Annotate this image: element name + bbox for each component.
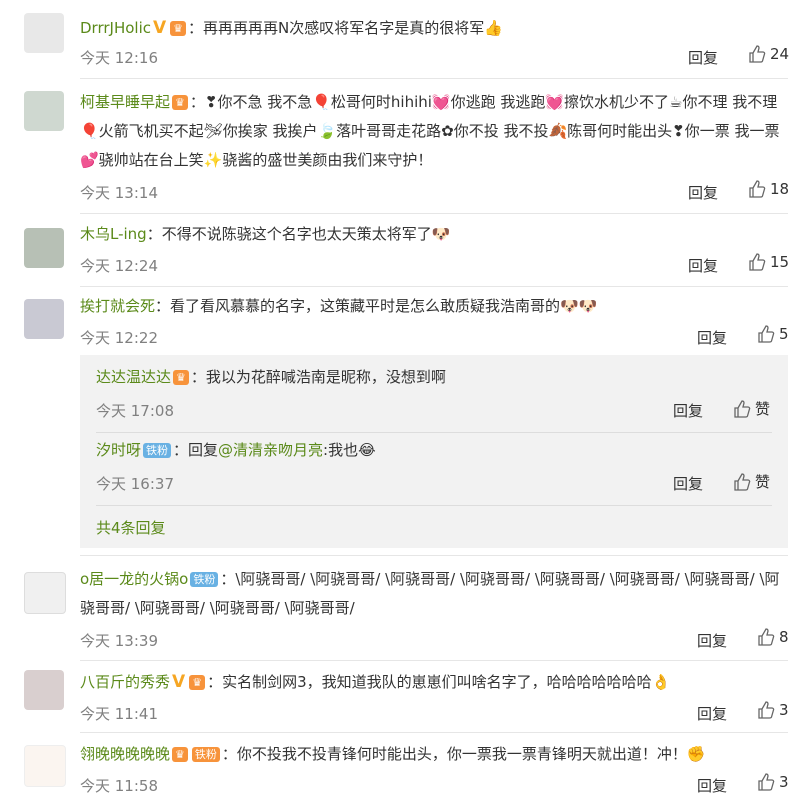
thumbs-up-icon (758, 628, 775, 646)
divider (80, 732, 788, 733)
reply-button[interactable]: 回复 (688, 47, 718, 68)
like-count: 3 (779, 773, 789, 791)
avatar[interactable] (24, 91, 64, 131)
thumbs-up-icon (734, 400, 751, 418)
avatar[interactable] (24, 228, 64, 268)
sub-reply-item: 达达温达达 ♛ ：我以为花醉喊浩南是昵称，没想到啊 (96, 366, 772, 387)
fan-badge[interactable]: 铁粉 (191, 747, 220, 762)
more-replies-link[interactable]: 共4条回复 (96, 517, 166, 538)
username[interactable]: 木乌L-ing (80, 225, 147, 243)
thumbs-up-icon (749, 253, 766, 271)
sub-reply-prefix: ：回复 (173, 441, 219, 459)
sub-reply-box: 达达温达达 ♛ ：我以为花醉喊浩南是昵称，没想到啊 今天 17:08 回复 赞 汐时… (80, 355, 788, 548)
username[interactable]: 翎晚晚晚晚晚 (80, 745, 170, 763)
timestamp: 今天 12:22 (80, 329, 158, 347)
comment-text: ：不得不说陈骁这个名字也太天策太将军了🐶 (146, 225, 451, 243)
level-badge-icon[interactable]: ♛ (172, 95, 188, 110)
divider (80, 213, 788, 214)
timestamp: 今天 11:41 (80, 705, 158, 723)
avatar[interactable] (24, 670, 64, 710)
reply-button[interactable]: 回复 (697, 775, 727, 796)
timestamp: 今天 11:58 (80, 777, 158, 795)
timestamp: 今天 16:37 (96, 475, 174, 493)
timestamp: 今天 13:39 (80, 632, 158, 650)
sub-reply-text: ：我以为花醉喊浩南是昵称，没想到啊 (190, 368, 446, 386)
reply-button[interactable]: 回复 (697, 630, 727, 651)
thumbs-up-icon (749, 45, 766, 63)
comment-text: ：实名制剑网3，我知道我队的崽崽们叫啥名字了，哈哈哈哈哈哈哈👌 (207, 673, 671, 691)
like-count: 3 (779, 701, 789, 719)
fan-badge[interactable]: 铁粉 (190, 572, 219, 587)
reply-button[interactable]: 回复 (673, 473, 703, 494)
username[interactable]: 八百斤的秀秀 (80, 673, 170, 691)
username[interactable]: o居一龙的火锅o (80, 570, 188, 588)
like-button[interactable]: 24 (748, 45, 789, 63)
verified-icon: V (172, 672, 186, 692)
thumbs-up-icon (749, 180, 766, 198)
like-button[interactable]: 15 (748, 253, 789, 271)
comment-text: ：你不投我不投青锋何时能出头，你一票我一票青锋明天就出道！冲！✊ (221, 745, 706, 763)
verified-icon: V (153, 18, 167, 38)
level-badge-icon[interactable]: ♛ (170, 21, 187, 36)
avatar[interactable] (24, 13, 64, 53)
fan-badge[interactable]: 铁粉 (143, 443, 172, 458)
like-button[interactable]: 赞 (733, 398, 770, 419)
divider (80, 286, 788, 287)
reply-button[interactable]: 回复 (697, 327, 727, 348)
level-badge-icon[interactable]: ♛ (172, 747, 188, 762)
like-button[interactable]: 8 (757, 628, 789, 646)
comment-text: ：看了看风慕慕的名字，这策藏平时是怎么敢质疑我浩南哥的🐶🐶 (155, 297, 598, 315)
like-button[interactable]: 赞 (733, 471, 770, 492)
timestamp: 今天 12:16 (80, 49, 158, 67)
like-button[interactable]: 3 (757, 701, 789, 719)
timestamp: 今天 12:24 (80, 257, 158, 275)
thumbs-up-icon (734, 473, 751, 491)
like-count: 18 (770, 180, 790, 198)
reply-button[interactable]: 回复 (688, 182, 718, 203)
divider (80, 555, 788, 556)
thumbs-up-icon (758, 701, 775, 719)
level-badge-icon[interactable]: ♛ (173, 370, 189, 385)
username[interactable]: 汐时呀 (96, 441, 141, 459)
divider (96, 432, 772, 433)
divider (80, 78, 788, 79)
username[interactable]: DrrrJHolic (80, 19, 151, 37)
like-label: 赞 (755, 473, 771, 491)
like-count: 24 (770, 45, 790, 63)
divider (80, 660, 788, 661)
timestamp: 今天 13:14 (80, 184, 158, 202)
sub-reply-item: 汐时呀 铁粉 ：回复@清清亲吻月亮:我也😂 (96, 439, 772, 460)
username[interactable]: 达达温达达 (96, 368, 171, 386)
username[interactable]: 柯基早睡早起 (80, 93, 170, 111)
thumbs-up-icon (758, 325, 775, 343)
reply-button[interactable]: 回复 (673, 400, 703, 421)
avatar[interactable] (24, 745, 66, 787)
mention-link[interactable]: @清清亲吻月亮 (218, 441, 323, 459)
divider (96, 505, 772, 506)
like-button[interactable]: 5 (757, 325, 789, 343)
like-button[interactable]: 3 (757, 773, 789, 791)
comment-text: ：再再再再再N次感叹将军名字是真的很将军👍 (188, 19, 503, 37)
level-badge-icon[interactable]: ♛ (189, 675, 206, 690)
like-count: 8 (779, 628, 789, 646)
thumbs-up-icon (758, 773, 775, 791)
like-count: 5 (779, 325, 789, 343)
like-button[interactable]: 18 (748, 180, 789, 198)
reply-button[interactable]: 回复 (697, 703, 727, 724)
like-label: 赞 (755, 400, 771, 418)
reply-button[interactable]: 回复 (688, 255, 718, 276)
timestamp: 今天 17:08 (96, 402, 174, 420)
avatar[interactable] (24, 572, 66, 614)
avatar[interactable] (24, 299, 64, 339)
username[interactable]: 挨打就会死 (80, 297, 155, 315)
sub-reply-text: :我也😂 (323, 441, 376, 459)
like-count: 15 (770, 253, 790, 271)
